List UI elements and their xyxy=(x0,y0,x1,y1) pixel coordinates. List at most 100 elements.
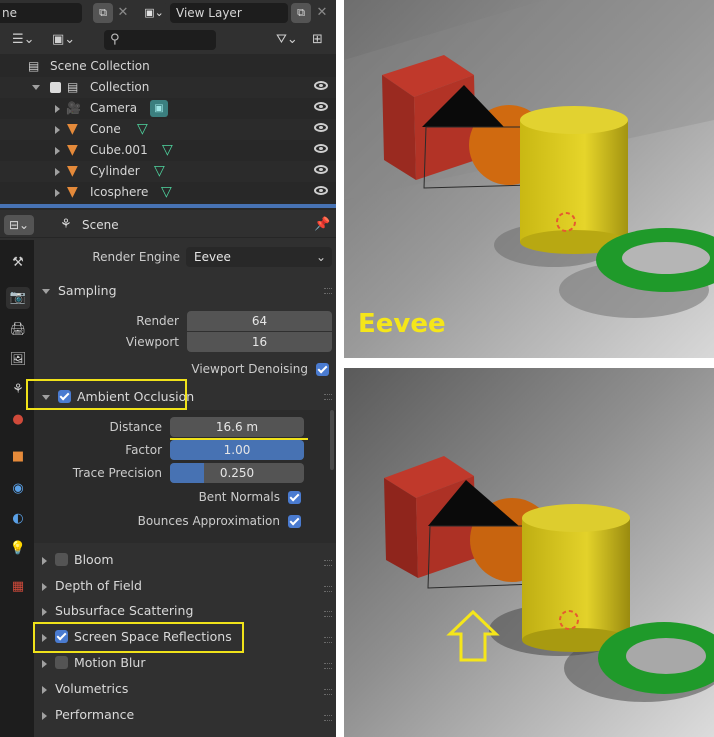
expand-icon[interactable] xyxy=(55,126,60,134)
search-icon: ⚲ xyxy=(110,32,120,47)
performance-panel-header[interactable]: Performance xyxy=(34,702,336,727)
eye-icon[interactable] xyxy=(314,165,328,174)
render-samples-field[interactable]: 64 xyxy=(187,311,332,331)
eye-icon[interactable] xyxy=(314,144,328,153)
mesh-data-icon[interactable]: ▽ xyxy=(154,161,165,182)
drag-handle-icon[interactable] xyxy=(324,394,332,400)
subsurface-scattering-panel-header[interactable]: Subsurface Scattering xyxy=(34,598,336,623)
motion-blur-panel-header[interactable]: Motion Blur xyxy=(34,650,336,675)
modifier-tab-icon[interactable]: ◉ xyxy=(6,478,30,500)
outliner-row-cube[interactable]: ▼ Cube.001 ▽ xyxy=(0,140,336,161)
new-collection-icon[interactable]: ⊞ xyxy=(312,30,330,50)
render-engine-dropdown[interactable]: Eevee ⌄ xyxy=(186,247,332,267)
volumetrics-panel-header[interactable]: Volumetrics xyxy=(34,676,336,701)
expand-icon[interactable] xyxy=(32,85,40,90)
constraints-tab-icon[interactable]: 💡 xyxy=(6,538,30,560)
bent-normals-checkbox[interactable] xyxy=(288,491,301,504)
new-scene-icon[interactable]: ⧉ xyxy=(93,3,113,23)
filter-view-icon[interactable]: ▣⌄ xyxy=(52,30,82,50)
eye-icon[interactable] xyxy=(314,102,328,111)
scrollbar[interactable] xyxy=(330,410,334,470)
camera-icon: 🎥 xyxy=(66,101,81,115)
outliner-row-cylinder[interactable]: ▼ Cylinder ▽ xyxy=(0,161,336,182)
properties-editor: ⊟⌄ ⚘ Scene 📌 ⚒ 📷 🖨 🖼 ⚘ ● ■ ◉ ◐ 💡 ▦ Rende… xyxy=(0,210,336,737)
drag-handle-icon[interactable] xyxy=(324,611,332,617)
item-label: Cube.001 xyxy=(90,143,148,157)
bounces-approximation-checkbox[interactable] xyxy=(288,515,301,528)
collection-label: Collection xyxy=(90,80,150,94)
expand-icon[interactable] xyxy=(55,147,60,155)
collapse-icon xyxy=(42,289,50,294)
view-layer-tab-icon[interactable]: 🖼 xyxy=(6,349,30,371)
collection-icon: ▤ xyxy=(28,59,40,73)
subsurface-scattering-title: Subsurface Scattering xyxy=(55,603,194,618)
drag-handle-icon[interactable] xyxy=(324,288,332,294)
bloom-checkbox[interactable] xyxy=(55,553,68,566)
physics-tab-icon[interactable]: ◐ xyxy=(6,508,30,530)
trace-precision-label: Trace Precision xyxy=(72,466,162,480)
depth-of-field-panel-header[interactable]: Depth of Field xyxy=(34,573,336,598)
drag-handle-icon[interactable] xyxy=(324,689,332,695)
distance-label: Distance xyxy=(109,420,162,434)
world-tab-icon[interactable]: ● xyxy=(6,409,30,431)
render-engine-label: Render Engine xyxy=(92,250,180,264)
sampling-title: Sampling xyxy=(58,283,117,298)
drag-handle-icon[interactable] xyxy=(324,715,332,721)
motion-blur-checkbox[interactable] xyxy=(55,656,68,669)
new-view-layer-icon[interactable]: ⧉ xyxy=(291,3,311,23)
render-tab-icon[interactable]: 📷 xyxy=(6,287,30,309)
drag-handle-icon[interactable] xyxy=(324,637,332,643)
pin-icon[interactable]: 📌 xyxy=(314,215,330,235)
item-label: Camera xyxy=(90,101,138,115)
scene-collection-label: Scene Collection xyxy=(50,59,150,73)
mesh-data-icon[interactable]: ▽ xyxy=(137,119,148,140)
factor-slider[interactable]: 1.00 xyxy=(170,440,304,460)
viewport-denoising-label: Viewport Denoising xyxy=(191,362,308,376)
mesh-data-icon[interactable]: ▽ xyxy=(161,182,172,203)
view-layer-icon[interactable]: ▣⌄ xyxy=(140,3,168,23)
eye-icon[interactable] xyxy=(314,123,328,132)
render-samples-value: 64 xyxy=(251,314,268,328)
performance-title: Performance xyxy=(55,707,135,722)
sampling-panel-header[interactable]: Sampling xyxy=(34,278,336,303)
expand-icon[interactable] xyxy=(55,168,60,176)
eye-icon[interactable] xyxy=(314,186,328,195)
render-engine-value: Eevee xyxy=(194,250,231,264)
eye-icon[interactable] xyxy=(314,81,328,90)
distance-field[interactable]: 16.6 m xyxy=(170,417,304,437)
outliner-row-camera[interactable]: 🎥 Camera ▣ xyxy=(0,98,336,119)
object-tab-icon[interactable]: ■ xyxy=(6,446,30,468)
trace-precision-slider[interactable]: 0.250 xyxy=(170,463,304,483)
outliner-row-collection[interactable]: ▤ Collection xyxy=(0,77,336,98)
viewport-samples-field[interactable]: 16 xyxy=(187,332,332,352)
drag-handle-icon[interactable] xyxy=(324,586,332,592)
bloom-panel-header[interactable]: Bloom xyxy=(34,547,336,572)
expand-icon[interactable] xyxy=(55,189,60,197)
tool-tab-icon[interactable]: ⚒ xyxy=(6,252,30,274)
expand-icon[interactable] xyxy=(55,105,60,113)
drag-handle-icon[interactable] xyxy=(324,560,332,566)
expand-icon xyxy=(42,711,47,720)
scene-name-field[interactable]: ne xyxy=(0,3,82,23)
render-samples-label: Render xyxy=(136,314,179,328)
view-layer-field[interactable]: View Layer xyxy=(170,3,288,23)
viewport-denoising-checkbox[interactable] xyxy=(316,363,329,376)
checkbox-icon[interactable] xyxy=(50,82,61,93)
close-icon[interactable]: ✕ xyxy=(114,4,132,22)
area-divider[interactable] xyxy=(0,204,336,208)
display-mode-icon[interactable]: ☰⌄ xyxy=(12,30,42,50)
camera-data-icon[interactable]: ▣ xyxy=(150,100,168,117)
viewport-samples-label: Viewport xyxy=(125,335,179,349)
outliner-row-cone[interactable]: ▼ Cone ▽ xyxy=(0,119,336,140)
outliner-row-icosphere[interactable]: ▼ Icosphere ▽ xyxy=(0,182,336,203)
texture-tab-icon[interactable]: ▦ xyxy=(6,576,30,598)
close-icon[interactable]: ✕ xyxy=(313,4,331,22)
outliner-row-scene-collection[interactable]: ▤ Scene Collection xyxy=(0,56,336,77)
filter-icon[interactable]: ⛛⌄ xyxy=(276,30,302,50)
editor-type-icon[interactable]: ⊟⌄ xyxy=(4,215,34,235)
output-tab-icon[interactable]: 🖨 xyxy=(6,319,30,341)
mesh-data-icon[interactable]: ▽ xyxy=(162,140,173,161)
search-input[interactable]: ⚲ xyxy=(104,30,216,50)
drag-handle-icon[interactable] xyxy=(324,663,332,669)
trace-precision-slider-fill xyxy=(170,463,204,483)
